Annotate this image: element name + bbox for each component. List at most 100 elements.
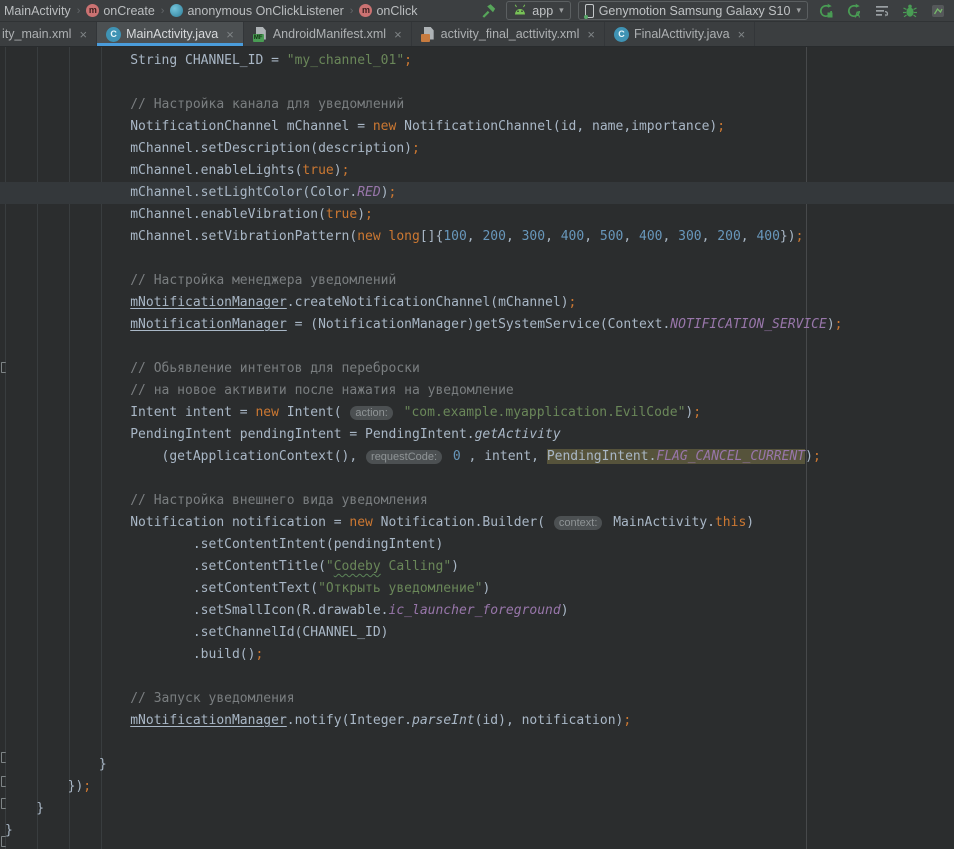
code-line[interactable]: // Запуск уведомления [0, 688, 954, 710]
code-line[interactable]: }); [0, 776, 954, 798]
breadcrumb: MainActivity › m onCreate › anonymous OnClick… [4, 4, 417, 18]
breadcrumb-item-onclick[interactable]: m onClick [359, 4, 417, 18]
close-icon[interactable]: × [226, 27, 234, 42]
code-line[interactable]: } [0, 798, 954, 820]
breadcrumb-separator: › [161, 5, 165, 17]
method-icon: m [359, 4, 372, 17]
parameter-hint: requestCode: [366, 450, 442, 464]
fold-marker[interactable] [1, 836, 6, 847]
code-line[interactable]: // Настройка канала для уведомлений [0, 94, 954, 116]
code-line[interactable]: .setContentText("Открыть уведомление") [0, 578, 954, 600]
code-line[interactable]: .setSmallIcon(R.drawable.ic_launcher_for… [0, 600, 954, 622]
code-line[interactable]: // Обьявление интентов для переброски [0, 358, 954, 380]
breadcrumb-separator: › [77, 5, 81, 17]
tab-label: AndroidManifest.xml [273, 27, 386, 41]
breadcrumb-label: anonymous OnClickListener [187, 4, 343, 18]
code-line[interactable] [0, 468, 954, 490]
method-icon: m [86, 4, 99, 17]
code-line[interactable]: .setContentTitle("Codeby Calling") [0, 556, 954, 578]
code-line[interactable] [0, 666, 954, 688]
rerun-icon[interactable] [815, 0, 836, 21]
debug-icon[interactable] [899, 0, 920, 21]
tab-label: ity_main.xml [2, 27, 71, 41]
parameter-hint: context: [554, 516, 603, 530]
build-hammer-icon[interactable] [478, 0, 499, 21]
code-area: String CHANNEL_ID = "my_channel_01"; // … [0, 47, 954, 842]
run-config-label: app [532, 4, 553, 18]
fold-marker[interactable] [1, 798, 6, 809]
code-line[interactable]: } [0, 754, 954, 776]
code-line[interactable]: Intent intent = new Intent( action: "com… [0, 402, 954, 424]
code-line[interactable]: mChannel.setLightColor(Color.RED); [0, 182, 954, 204]
file-badge [421, 34, 430, 42]
close-icon[interactable]: × [394, 27, 402, 42]
code-line[interactable]: .setChannelId(CHANNEL_ID) [0, 622, 954, 644]
highlighted-identifier: PendingIntent. [547, 449, 657, 464]
code-line[interactable]: mNotificationManager.createNotificationC… [0, 292, 954, 314]
breadcrumb-label: onClick [376, 4, 417, 18]
code-line[interactable]: mNotificationManager = (NotificationMana… [0, 314, 954, 336]
close-icon[interactable]: × [738, 27, 746, 42]
device-selector[interactable]: Genymotion Samsung Galaxy S10 ▾ [578, 1, 808, 20]
code-line[interactable]: .setContentIntent(pendingIntent) [0, 534, 954, 556]
tab-FinalActtivity.java[interactable]: C FinalActtivity.java × [605, 22, 755, 46]
code-line[interactable]: // Настройка внешнего вида уведомления [0, 490, 954, 512]
breadcrumb-item-anonymous-onclicklistener[interactable]: anonymous OnClickListener [170, 4, 343, 18]
apply-code-changes-icon[interactable]: A [843, 0, 864, 21]
breadcrumb-separator: › [350, 5, 354, 17]
code-line[interactable]: } [0, 820, 954, 842]
code-line[interactable]: // Настройка менеджера уведомлений [0, 270, 954, 292]
toolbar-right: app ▾ Genymotion Samsung Galaxy S10 ▾ [478, 0, 948, 21]
code-line[interactable]: mChannel.enableLights(true); [0, 160, 954, 182]
java-class-icon: C [106, 27, 121, 42]
close-icon[interactable]: × [79, 27, 87, 42]
chevron-down-icon: ▾ [559, 5, 564, 16]
chevron-down-icon: ▾ [796, 5, 801, 16]
code-line[interactable] [0, 72, 954, 94]
code-line[interactable]: mChannel.setVibrationPattern(new long[]{… [0, 226, 954, 248]
parameter-hint: action: [350, 406, 392, 420]
code-editor[interactable]: String CHANNEL_ID = "my_channel_01"; // … [0, 47, 954, 849]
code-line[interactable] [0, 248, 954, 270]
code-line[interactable]: NotificationChannel mChannel = new Notif… [0, 116, 954, 138]
navigation-bar: MainActivity › m onCreate › anonymous OnClick… [0, 0, 954, 22]
java-class-icon: C [614, 27, 629, 42]
fold-marker[interactable] [1, 776, 6, 787]
ide-window: MainActivity › m onCreate › anonymous OnClick… [0, 0, 954, 849]
tab-activity_final_acttivity.xml[interactable]: activity_final_acttivity.xml × [412, 22, 605, 46]
tab-label: FinalActtivity.java [634, 27, 730, 41]
code-line[interactable]: mChannel.setDescription(description); [0, 138, 954, 160]
breadcrumb-item-mainactivity[interactable]: MainActivity [4, 4, 71, 18]
anonymous-class-icon [170, 4, 183, 17]
code-line[interactable]: mNotificationManager.notify(Integer.pars… [0, 710, 954, 732]
breadcrumb-label: MainActivity [4, 4, 71, 18]
tab-ity_main.xml[interactable]: ity_main.xml × [0, 22, 97, 46]
code-line[interactable]: mChannel.enableVibration(true); [0, 204, 954, 226]
manifest-file-icon: MF [253, 27, 268, 42]
breadcrumb-item-oncreate[interactable]: m onCreate [86, 4, 154, 18]
code-line[interactable] [0, 732, 954, 754]
code-line[interactable]: PendingIntent pendingIntent = PendingInt… [0, 424, 954, 446]
code-line[interactable]: Notification notification = new Notifica… [0, 512, 954, 534]
layout-xml-icon [421, 27, 436, 42]
device-selector-label: Genymotion Samsung Galaxy S10 [599, 4, 791, 18]
code-line[interactable]: (getApplicationContext(), requestCode: 0… [0, 446, 954, 468]
code-line[interactable]: String CHANNEL_ID = "my_channel_01"; [0, 50, 954, 72]
close-icon[interactable]: × [587, 27, 595, 42]
tab-label: activity_final_acttivity.xml [441, 27, 580, 41]
breadcrumb-label: onCreate [103, 4, 154, 18]
fold-marker[interactable] [1, 752, 6, 763]
run-config-selector[interactable]: app ▾ [506, 1, 570, 20]
tab-MainActivity.java[interactable]: CMainActivity.java× [97, 22, 244, 46]
code-line[interactable]: // на новое активити после нажатия на ув… [0, 380, 954, 402]
profiler-icon[interactable] [927, 0, 948, 21]
code-line[interactable]: .build(); [0, 644, 954, 666]
phone-icon [585, 4, 594, 18]
tab-bar: ity_main.xml×CMainActivity.java×MFAndroi… [0, 22, 954, 47]
highlighted-identifier: FLAG_CANCEL_CURRENT [656, 449, 805, 464]
fold-marker[interactable] [1, 362, 6, 373]
tab-AndroidManifest.xml[interactable]: MF AndroidManifest.xml × [244, 22, 412, 46]
code-line[interactable] [0, 336, 954, 358]
sync-lines-icon[interactable] [871, 0, 892, 21]
file-badge: MF [253, 34, 264, 42]
